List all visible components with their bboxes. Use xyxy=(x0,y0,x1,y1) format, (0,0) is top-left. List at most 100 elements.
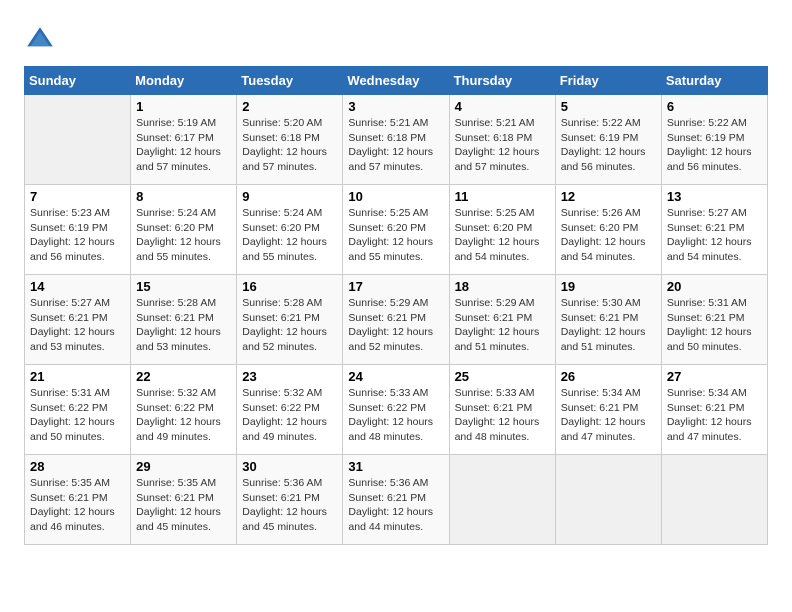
calendar-cell: 24 Sunrise: 5:33 AMSunset: 6:22 PMDayligh… xyxy=(343,365,449,455)
day-number: 12 xyxy=(561,189,656,204)
calendar-cell xyxy=(449,455,555,545)
weekday-header: Thursday xyxy=(449,67,555,95)
day-info: Sunrise: 5:20 AMSunset: 6:18 PMDaylight:… xyxy=(242,116,337,175)
calendar-cell: 28Sunrise: 5:35 AMSunset: 6:21 PMDayligh… xyxy=(25,455,131,545)
day-number: 13 xyxy=(667,189,762,204)
day-info: Sunrise: 5:27 AMSunset: 6:21 PMDaylight:… xyxy=(667,206,762,265)
day-info: Sunrise: 5:34 AMSunset: 6:21 PMDaylight:… xyxy=(561,386,656,445)
day-info: Sunrise: 5:29 AMSunset: 6:21 PMDaylight:… xyxy=(455,296,550,355)
day-number: 25 xyxy=(455,369,550,384)
day-number: 26 xyxy=(561,369,656,384)
calendar-cell: 26 Sunrise: 5:34 AMSunset: 6:21 PMDayligh… xyxy=(555,365,661,455)
calendar-cell: 21 Sunrise: 5:31 AMSunset: 6:22 PMDayligh… xyxy=(25,365,131,455)
day-info: Sunrise: 5:31 AMSunset: 6:21 PMDaylight:… xyxy=(667,296,762,355)
weekday-header: Sunday xyxy=(25,67,131,95)
day-info: Sunrise: 5:26 AMSunset: 6:20 PMDaylight:… xyxy=(561,206,656,265)
day-info: Sunrise: 5:32 AMSunset: 6:22 PMDaylight:… xyxy=(242,386,337,445)
day-info: Sunrise: 5:23 AMSunset: 6:19 PMDaylight:… xyxy=(30,206,125,265)
day-number: 27 xyxy=(667,369,762,384)
calendar-cell: 1Sunrise: 5:19 AMSunset: 6:17 PMDaylight… xyxy=(131,95,237,185)
calendar-cell: 23 Sunrise: 5:32 AMSunset: 6:22 PMDayligh… xyxy=(237,365,343,455)
calendar-cell: 8 Sunrise: 5:24 AMSunset: 6:20 PMDaylight… xyxy=(131,185,237,275)
day-number: 30 xyxy=(242,459,337,474)
day-number: 24 xyxy=(348,369,443,384)
day-number: 21 xyxy=(30,369,125,384)
day-info: Sunrise: 5:22 AMSunset: 6:19 PMDaylight:… xyxy=(561,116,656,175)
day-number: 5 xyxy=(561,99,656,114)
day-number: 22 xyxy=(136,369,231,384)
day-number: 8 xyxy=(136,189,231,204)
day-number: 29 xyxy=(136,459,231,474)
day-info: Sunrise: 5:32 AMSunset: 6:22 PMDaylight:… xyxy=(136,386,231,445)
calendar-cell: 15 Sunrise: 5:28 AMSunset: 6:21 PMDayligh… xyxy=(131,275,237,365)
calendar-cell: 30 Sunrise: 5:36 AMSunset: 6:21 PMDayligh… xyxy=(237,455,343,545)
day-info: Sunrise: 5:33 AMSunset: 6:22 PMDaylight:… xyxy=(348,386,443,445)
calendar-cell: 9Sunrise: 5:24 AMSunset: 6:20 PMDaylight… xyxy=(237,185,343,275)
day-info: Sunrise: 5:21 AMSunset: 6:18 PMDaylight:… xyxy=(455,116,550,175)
day-number: 2 xyxy=(242,99,337,114)
calendar-cell: 12 Sunrise: 5:26 AMSunset: 6:20 PMDayligh… xyxy=(555,185,661,275)
calendar-table: SundayMondayTuesdayWednesdayThursdayFrid… xyxy=(24,66,768,545)
calendar-cell: 29 Sunrise: 5:35 AMSunset: 6:21 PMDayligh… xyxy=(131,455,237,545)
day-number: 6 xyxy=(667,99,762,114)
calendar-week-row: 28 Sunrise: 5:35 AMSunset: 6:21 PMDayligh… xyxy=(25,455,768,545)
weekday-header: Friday xyxy=(555,67,661,95)
day-number: 18 xyxy=(455,279,550,294)
weekday-header: Tuesday xyxy=(237,67,343,95)
calendar-cell: 2 Sunrise: 5:20 AMSunset: 6:18 PMDaylight… xyxy=(237,95,343,185)
day-number: 4 xyxy=(455,99,550,114)
calendar-cell: 4 Sunrise: 5:21 AMSunset: 6:18 PMDaylight… xyxy=(449,95,555,185)
calendar-cell: 20 Sunrise: 5:31 AMSunset: 6:21 PMDayligh… xyxy=(661,275,767,365)
day-number: 10 xyxy=(348,189,443,204)
day-number: 16 xyxy=(242,279,337,294)
day-number: 19 xyxy=(561,279,656,294)
calendar-cell: 22 Sunrise: 5:32 AMSunset: 6:22 PMDayligh… xyxy=(131,365,237,455)
day-info: Sunrise: 5:28 AMSunset: 6:21 PMDaylight:… xyxy=(136,296,231,355)
logo xyxy=(24,24,60,56)
day-info: Sunrise: 5:27 AMSunset: 6:21 PMDaylight:… xyxy=(30,296,125,355)
calendar-week-row: 21 Sunrise: 5:31 AMSunset: 6:22 PMDayligh… xyxy=(25,365,768,455)
page-header xyxy=(24,20,768,56)
calendar-cell: 19 Sunrise: 5:30 AMSunset: 6:21 PMDayligh… xyxy=(555,275,661,365)
calendar-week-row: 14Sunrise: 5:27 AMSunset: 6:21 PMDayligh… xyxy=(25,275,768,365)
calendar-cell: 6 Sunrise: 5:22 AMSunset: 6:19 PMDaylight… xyxy=(661,95,767,185)
day-info: Sunrise: 5:35 AMSunset: 6:21 PMDaylight:… xyxy=(136,476,231,535)
logo-icon xyxy=(24,24,56,56)
day-number: 20 xyxy=(667,279,762,294)
day-info: Sunrise: 5:36 AMSunset: 6:21 PMDaylight:… xyxy=(242,476,337,535)
day-number: 31 xyxy=(348,459,443,474)
day-info: Sunrise: 5:28 AMSunset: 6:21 PMDaylight:… xyxy=(242,296,337,355)
day-number: 3 xyxy=(348,99,443,114)
calendar-cell: 3Sunrise: 5:21 AMSunset: 6:18 PMDaylight… xyxy=(343,95,449,185)
day-info: Sunrise: 5:34 AMSunset: 6:21 PMDaylight:… xyxy=(667,386,762,445)
calendar-cell: 17Sunrise: 5:29 AMSunset: 6:21 PMDayligh… xyxy=(343,275,449,365)
day-number: 15 xyxy=(136,279,231,294)
day-info: Sunrise: 5:29 AMSunset: 6:21 PMDaylight:… xyxy=(348,296,443,355)
calendar-cell: 31Sunrise: 5:36 AMSunset: 6:21 PMDayligh… xyxy=(343,455,449,545)
day-info: Sunrise: 5:25 AMSunset: 6:20 PMDaylight:… xyxy=(348,206,443,265)
day-number: 9 xyxy=(242,189,337,204)
weekday-header: Monday xyxy=(131,67,237,95)
day-info: Sunrise: 5:24 AMSunset: 6:20 PMDaylight:… xyxy=(136,206,231,265)
calendar-cell: 5 Sunrise: 5:22 AMSunset: 6:19 PMDaylight… xyxy=(555,95,661,185)
calendar-cell: 18 Sunrise: 5:29 AMSunset: 6:21 PMDayligh… xyxy=(449,275,555,365)
calendar-cell: 27 Sunrise: 5:34 AMSunset: 6:21 PMDayligh… xyxy=(661,365,767,455)
calendar-cell: 11Sunrise: 5:25 AMSunset: 6:20 PMDayligh… xyxy=(449,185,555,275)
day-info: Sunrise: 5:22 AMSunset: 6:19 PMDaylight:… xyxy=(667,116,762,175)
day-info: Sunrise: 5:19 AMSunset: 6:17 PMDaylight:… xyxy=(136,116,231,175)
day-info: Sunrise: 5:31 AMSunset: 6:22 PMDaylight:… xyxy=(30,386,125,445)
day-info: Sunrise: 5:30 AMSunset: 6:21 PMDaylight:… xyxy=(561,296,656,355)
calendar-cell: 16 Sunrise: 5:28 AMSunset: 6:21 PMDayligh… xyxy=(237,275,343,365)
day-info: Sunrise: 5:33 AMSunset: 6:21 PMDaylight:… xyxy=(455,386,550,445)
day-number: 7 xyxy=(30,189,125,204)
day-number: 11 xyxy=(455,189,550,204)
calendar-cell xyxy=(661,455,767,545)
calendar-week-row: 1Sunrise: 5:19 AMSunset: 6:17 PMDaylight… xyxy=(25,95,768,185)
calendar-cell: 14Sunrise: 5:27 AMSunset: 6:21 PMDayligh… xyxy=(25,275,131,365)
calendar-cell: 13 Sunrise: 5:27 AMSunset: 6:21 PMDayligh… xyxy=(661,185,767,275)
weekday-header: Saturday xyxy=(661,67,767,95)
weekday-header-row: SundayMondayTuesdayWednesdayThursdayFrid… xyxy=(25,67,768,95)
day-number: 23 xyxy=(242,369,337,384)
day-number: 28 xyxy=(30,459,125,474)
weekday-header: Wednesday xyxy=(343,67,449,95)
